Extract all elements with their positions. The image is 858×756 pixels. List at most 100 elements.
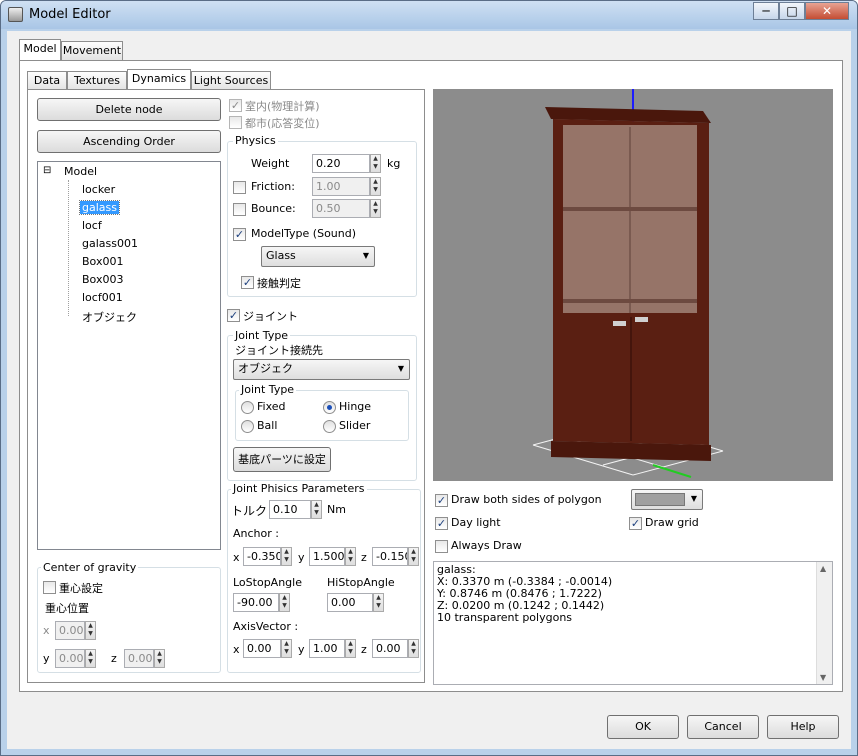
day-light-label: Day light	[451, 516, 501, 529]
info-scrollbar[interactable]: ▲ ▼	[816, 562, 832, 684]
tree-item-locf[interactable]: locf	[82, 219, 102, 232]
scroll-down-icon[interactable]: ▼	[820, 673, 826, 682]
anchor-x-spinner[interactable]: ▲ ▼	[281, 547, 292, 566]
close-window-button[interactable]: ✕	[805, 2, 849, 20]
set-base-parts-button[interactable]: 基底パーツに設定	[233, 447, 331, 472]
gravity-x-spinner[interactable]: ▲ ▼	[85, 621, 96, 640]
weight-input[interactable]: 0.20	[312, 154, 370, 173]
joint-target-value: オブジェク	[238, 362, 293, 375]
ascending-order-button[interactable]: Ascending Order	[37, 130, 221, 153]
tree-item-galass[interactable]: galass	[79, 200, 120, 215]
tab-light-sources[interactable]: Light Sources	[191, 71, 271, 90]
node-tree[interactable]: ⊟ Model locker galass locf galass001 Box…	[37, 161, 221, 550]
polygon-color-dropdown[interactable]: ▼	[631, 489, 703, 510]
anchor-y-input[interactable]: 1.500	[309, 547, 345, 566]
tree-item-box001[interactable]: Box001	[82, 255, 123, 268]
gravity-z-input[interactable]: 0.00	[124, 649, 154, 668]
axis-z-spinner[interactable]: ▲ ▼	[408, 639, 419, 658]
slider-radio[interactable]	[323, 420, 336, 433]
axis-y-label: y	[298, 643, 305, 656]
scroll-up-icon[interactable]: ▲	[820, 564, 826, 573]
cancel-button[interactable]: Cancel	[687, 715, 759, 739]
maximize-button[interactable]: □	[779, 2, 805, 20]
hinge-radio[interactable]	[323, 401, 336, 414]
lostop-spinner[interactable]: ▲ ▼	[279, 593, 290, 612]
cabinet-render	[532, 89, 724, 478]
window-title: Model Editor	[29, 7, 111, 22]
day-light-checkbox[interactable]: ✓	[435, 517, 448, 530]
axis-z-input[interactable]: 0.00	[372, 639, 408, 658]
axis-y-input[interactable]: 1.00	[309, 639, 345, 658]
anchor-y-spinner[interactable]: ▲ ▼	[345, 547, 356, 566]
city-checkbox[interactable]	[229, 116, 242, 129]
friction-spinner[interactable]: ▲ ▼	[370, 177, 381, 196]
tab-textures[interactable]: Textures	[67, 71, 127, 90]
gravity-x-input[interactable]: 0.00	[55, 621, 85, 640]
minimize-button[interactable]: ─	[753, 2, 779, 20]
draw-grid-checkbox[interactable]: ✓	[629, 517, 642, 530]
friction-input[interactable]: 1.00	[312, 177, 370, 196]
weight-label: Weight	[251, 157, 290, 170]
joint-params-label: Joint Phisics Parameters	[231, 482, 367, 495]
node-info-box[interactable]: galass: X: 0.3370 m (-0.3384 ; -0.0014) …	[433, 561, 833, 685]
model-type-label: ModelType (Sound)	[251, 227, 357, 240]
tab-movement[interactable]: Movement	[61, 41, 123, 60]
x-axis-line	[652, 464, 692, 478]
anchor-z-spinner[interactable]: ▲ ▼	[408, 547, 419, 566]
tab-model[interactable]: Model	[19, 39, 61, 60]
draw-both-sides-checkbox[interactable]: ✓	[435, 494, 448, 507]
tab-dynamics[interactable]: Dynamics	[127, 69, 191, 90]
tree-item-locf001[interactable]: locf001	[82, 291, 123, 304]
anchor-x-input[interactable]: -0.350	[243, 547, 281, 566]
bounce-checkbox[interactable]	[233, 203, 246, 216]
lostop-label: LoStopAngle	[233, 576, 302, 589]
gravity-z-spinner[interactable]: ▲ ▼	[154, 649, 165, 668]
weight-spinner[interactable]: ▲ ▼	[370, 154, 381, 173]
axis-y-spinner[interactable]: ▲ ▼	[345, 639, 356, 658]
left-handle	[613, 321, 626, 326]
expand-toggle-icon[interactable]: ⊟	[43, 165, 51, 176]
bounce-spinner[interactable]: ▲ ▼	[370, 199, 381, 218]
torque-spinner[interactable]: ▲ ▼	[311, 500, 322, 519]
tree-item-box003[interactable]: Box003	[82, 273, 123, 286]
gravity-checkbox[interactable]	[43, 581, 56, 594]
bounce-label: Bounce:	[251, 202, 296, 215]
contact-checkbox[interactable]: ✓	[241, 276, 254, 289]
lostop-input[interactable]: -90.00	[233, 593, 279, 612]
torque-input[interactable]: 0.10	[269, 500, 311, 519]
histop-spinner[interactable]: ▲ ▼	[373, 593, 384, 612]
gravity-position-label: 重心位置	[45, 602, 89, 615]
anchor-z-input[interactable]: -0.150	[372, 547, 408, 566]
ball-radio[interactable]	[241, 420, 254, 433]
gravity-y-input[interactable]: 0.00	[55, 649, 85, 668]
tree-item-object[interactable]: オブジェク	[82, 309, 137, 325]
joint-checkbox-label: ジョイント	[243, 310, 298, 323]
tree-item-locker[interactable]: locker	[82, 183, 115, 196]
joint-checkbox[interactable]: ✓	[227, 309, 240, 322]
model-type-checkbox[interactable]: ✓	[233, 228, 246, 241]
help-button[interactable]: Help	[767, 715, 839, 739]
physics-label: Physics	[233, 134, 278, 147]
model-viewport[interactable]	[433, 89, 833, 481]
fixed-radio[interactable]	[241, 401, 254, 414]
model-type-dropdown[interactable]: Glass ▼	[261, 246, 375, 267]
title-bar[interactable]: Model Editor ─ □ ✕	[1, 1, 857, 29]
dialog-client: Model Movement Data Textures Dynamics Li…	[7, 31, 851, 749]
histop-input[interactable]: 0.00	[327, 593, 373, 612]
draw-grid-label: Draw grid	[645, 516, 699, 529]
tree-root[interactable]: Model	[64, 165, 97, 178]
axis-x-spinner[interactable]: ▲ ▼	[281, 639, 292, 658]
indoor-checkbox[interactable]: ✓	[229, 99, 242, 112]
chevron-down-icon: ▼	[397, 364, 404, 373]
gravity-y-label: y	[43, 652, 50, 665]
tab-data[interactable]: Data	[27, 71, 67, 90]
tree-item-galass001[interactable]: galass001	[82, 237, 138, 250]
ok-button[interactable]: OK	[607, 715, 679, 739]
axis-x-input[interactable]: 0.00	[243, 639, 281, 658]
delete-node-button[interactable]: Delete node	[37, 98, 221, 121]
friction-checkbox[interactable]	[233, 181, 246, 194]
always-draw-checkbox[interactable]	[435, 540, 448, 553]
bounce-input[interactable]: 0.50	[312, 199, 370, 218]
joint-target-dropdown[interactable]: オブジェク ▼	[233, 359, 410, 380]
gravity-y-spinner[interactable]: ▲ ▼	[85, 649, 96, 668]
